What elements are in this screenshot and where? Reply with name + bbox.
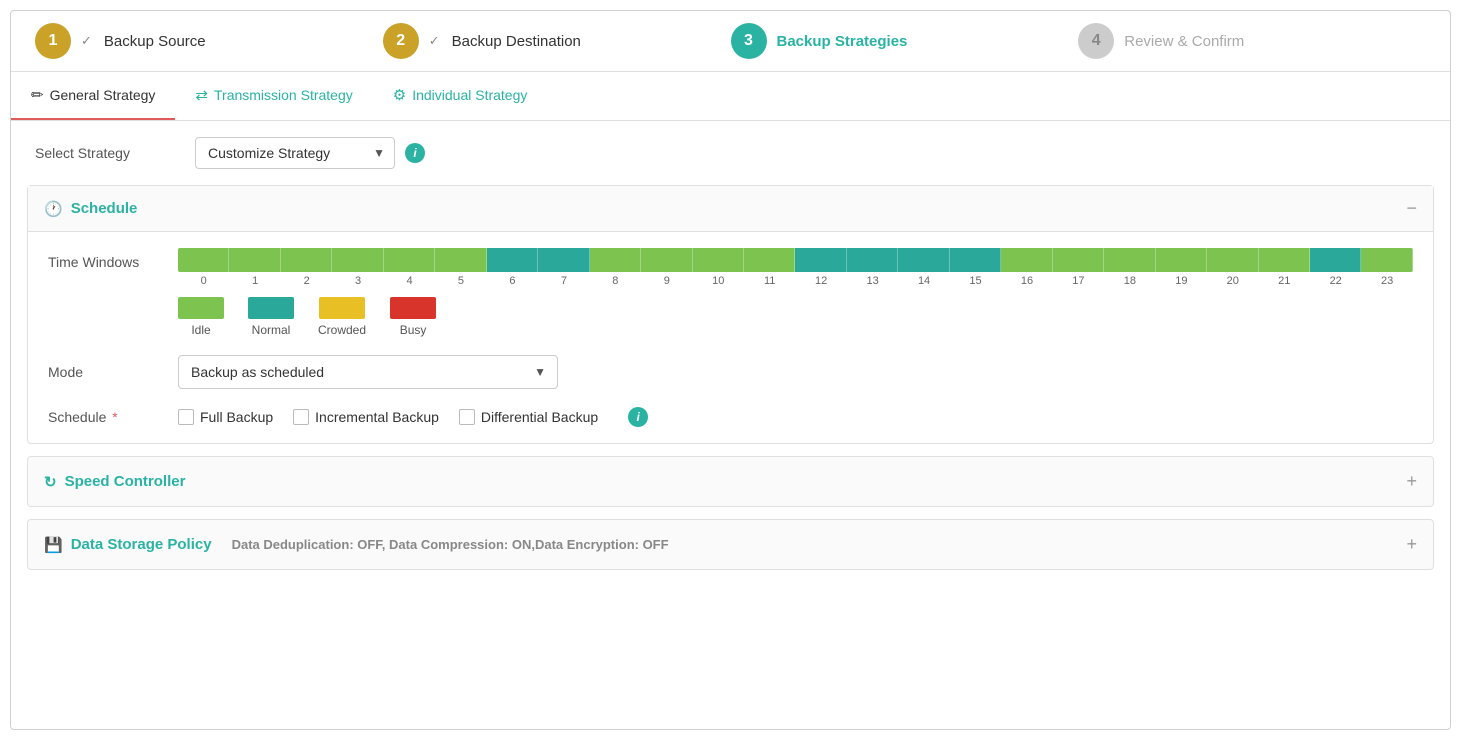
step-circle-4: 4 <box>1078 23 1114 59</box>
busy-label: Busy <box>400 323 427 337</box>
legend-normal: Normal <box>248 297 294 337</box>
wizard-step-4[interactable]: 4 Review & Confirm <box>1078 23 1426 59</box>
schedule-title-text: Schedule <box>71 200 138 217</box>
step-check-2: ✓ <box>429 33 440 49</box>
select-strategy-wrapper: Customize Strategy Default Strategy ▼ <box>195 137 395 169</box>
step-circle-3: 3 <box>731 23 767 59</box>
mode-select-wrapper: Backup as scheduled Stop when busy Backu… <box>178 355 558 389</box>
tab-transmission-label: Transmission Strategy <box>214 87 353 103</box>
time-bar <box>178 248 1413 272</box>
speed-controller-title: ↻ Speed Controller <box>44 473 185 491</box>
busy-swatch <box>390 297 436 319</box>
tab-general-label: General Strategy <box>50 87 156 103</box>
incremental-backup-label: Incremental Backup <box>315 409 439 425</box>
mode-row: Mode Backup as scheduled Stop when busy … <box>48 355 1413 389</box>
time-windows-chart: 01234567891011121314151617181920212223 I… <box>178 248 1413 337</box>
strategy-select[interactable]: Customize Strategy Default Strategy <box>195 137 395 169</box>
wizard-bar: 1 ✓ Backup Source 2 ✓ Backup Destination… <box>11 11 1450 72</box>
incremental-backup-checkbox[interactable] <box>293 409 309 425</box>
full-backup-checkbox[interactable] <box>178 409 194 425</box>
idle-swatch <box>178 297 224 319</box>
normal-swatch <box>248 297 294 319</box>
speed-controller-section: ↻ Speed Controller + <box>27 456 1434 507</box>
select-strategy-label: Select Strategy <box>35 145 195 161</box>
schedule-section-body: Time Windows 012345678910111213141516171… <box>28 232 1433 443</box>
required-star: * <box>112 409 117 425</box>
schedule-options: Full Backup Incremental Backup Different… <box>178 407 648 427</box>
crowded-swatch <box>319 297 365 319</box>
differential-backup-label: Differential Backup <box>481 409 598 425</box>
time-windows-row: Time Windows 012345678910111213141516171… <box>48 248 1413 337</box>
speed-controller-label: Speed Controller <box>65 473 186 490</box>
strategy-info-icon[interactable]: i <box>405 143 425 163</box>
gear-icon: ⚙ <box>393 86 406 104</box>
schedule-collapse-button[interactable]: − <box>1406 198 1417 219</box>
step-check-1: ✓ <box>81 33 92 49</box>
normal-label: Normal <box>252 323 291 337</box>
select-strategy-row: Select Strategy Customize Strategy Defau… <box>27 137 1434 169</box>
step-label-1: Backup Source <box>104 33 206 50</box>
tab-transmission-strategy[interactable]: ⇄ Transmission Strategy <box>175 72 372 120</box>
schedule-section-title: 🕐 Schedule <box>44 200 137 218</box>
tab-individual-strategy[interactable]: ⚙ Individual Strategy <box>373 72 548 120</box>
step-label-2: Backup Destination <box>452 33 581 50</box>
clock-icon: 🕐 <box>44 200 63 218</box>
incremental-backup-option[interactable]: Incremental Backup <box>293 409 439 425</box>
legend-row: Idle Normal Crowded <box>178 297 1413 337</box>
differential-backup-checkbox[interactable] <box>459 409 475 425</box>
schedule-info-icon[interactable]: i <box>628 407 648 427</box>
time-ticks-row: 01234567891011121314151617181920212223 <box>178 275 1413 287</box>
legend-idle: Idle <box>178 297 224 337</box>
step-label-3: Backup Strategies <box>777 33 908 50</box>
wizard-step-2[interactable]: 2 ✓ Backup Destination <box>383 23 731 59</box>
tab-individual-label: Individual Strategy <box>412 87 527 103</box>
edit-icon: ✏ <box>31 86 44 104</box>
data-storage-expand-button[interactable]: + <box>1406 534 1417 555</box>
data-storage-title: 💾 Data Storage Policy Data Deduplication… <box>44 536 669 554</box>
speed-controller-expand-button[interactable]: + <box>1406 471 1417 492</box>
step-circle-2: 2 <box>383 23 419 59</box>
step-circle-1: 1 <box>35 23 71 59</box>
full-backup-label: Full Backup <box>200 409 273 425</box>
schedule-section-header: 🕐 Schedule − <box>28 186 1433 232</box>
data-policy-summary: Data Deduplication: OFF, Data Compressio… <box>232 537 669 552</box>
data-storage-label: Data Storage Policy <box>71 536 212 553</box>
storage-icon: 💾 <box>44 536 63 554</box>
full-backup-option[interactable]: Full Backup <box>178 409 273 425</box>
main-content-area: Select Strategy Customize Strategy Defau… <box>11 137 1450 598</box>
legend-busy: Busy <box>390 297 436 337</box>
mode-label: Mode <box>48 364 178 380</box>
speed-icon: ↻ <box>44 473 57 491</box>
differential-backup-option[interactable]: Differential Backup <box>459 409 598 425</box>
legend-crowded: Crowded <box>318 297 366 337</box>
step-label-4: Review & Confirm <box>1124 33 1244 50</box>
crowded-label: Crowded <box>318 323 366 337</box>
schedule-checkboxes-row: Schedule * Full Backup Incremental Backu… <box>48 407 1413 427</box>
tab-bar: ✏ General Strategy ⇄ Transmission Strate… <box>11 72 1450 121</box>
idle-label: Idle <box>191 323 210 337</box>
wizard-step-1[interactable]: 1 ✓ Backup Source <box>35 23 383 59</box>
wizard-step-3[interactable]: 3 Backup Strategies <box>731 23 1079 59</box>
time-windows-label: Time Windows <box>48 248 178 270</box>
transmission-icon: ⇄ <box>195 86 208 104</box>
schedule-label-text: Schedule * <box>48 409 178 425</box>
tab-general-strategy[interactable]: ✏ General Strategy <box>11 72 175 120</box>
schedule-section: 🕐 Schedule − Time Windows 01234567891011… <box>27 185 1434 444</box>
data-storage-section: 💾 Data Storage Policy Data Deduplication… <box>27 519 1434 570</box>
mode-select[interactable]: Backup as scheduled Stop when busy Backu… <box>178 355 558 389</box>
